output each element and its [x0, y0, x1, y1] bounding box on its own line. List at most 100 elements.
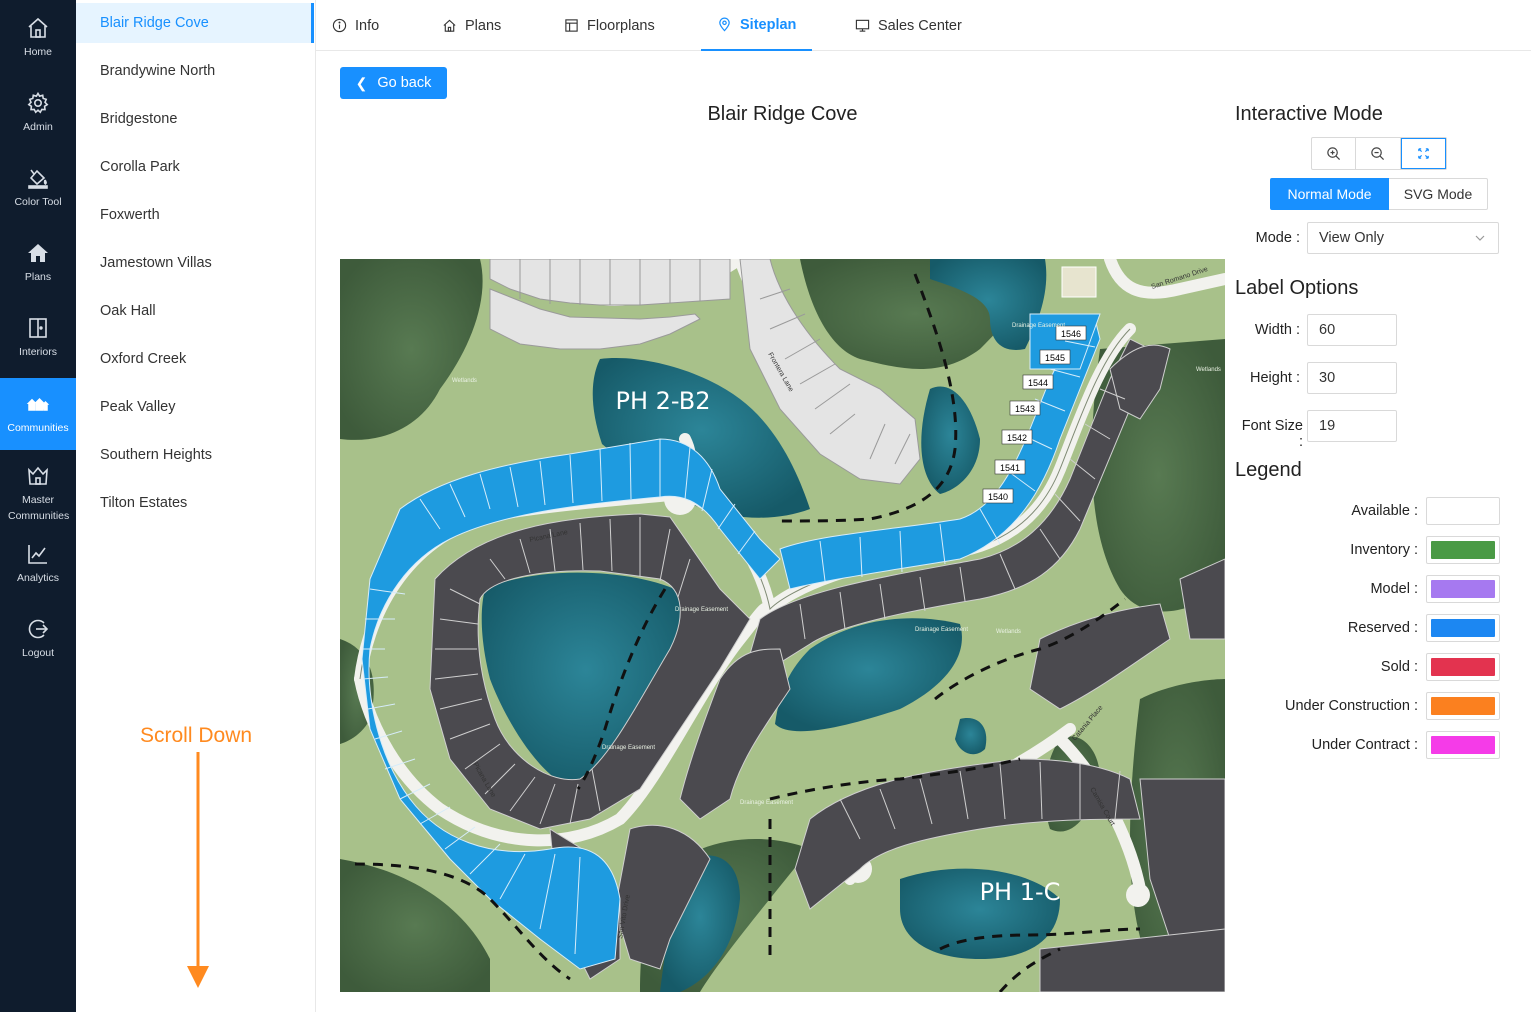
- zoom-in-icon: [1327, 147, 1341, 161]
- nav-label: Master Communities: [8, 494, 70, 522]
- legend-title: Legend: [1235, 459, 1302, 481]
- phase-label: PH 1-C: [980, 878, 1061, 906]
- legend-label: Model :: [1370, 581, 1418, 597]
- nav-item-analytics[interactable]: Analytics: [0, 528, 76, 600]
- nav-label: Admin: [23, 120, 53, 133]
- community-item[interactable]: Bridgestone: [76, 99, 314, 139]
- home-icon: [28, 17, 48, 38]
- legend-swatch: [1426, 497, 1500, 525]
- mode-toggle: Normal Mode SVG Mode: [1270, 178, 1488, 210]
- fit-screen-button[interactable]: [1400, 138, 1446, 169]
- area-label: Drainage Easement: [1012, 323, 1065, 329]
- legend-label: Inventory :: [1350, 542, 1418, 558]
- lot-tag: 1546: [1061, 329, 1081, 339]
- chevron-left-icon: ❮: [355, 74, 368, 91]
- normal-mode-button[interactable]: Normal Mode: [1270, 178, 1389, 210]
- area-label: Drainage Easement: [915, 627, 968, 633]
- tab-siteplan[interactable]: Siteplan: [701, 0, 813, 51]
- legend-color: [1431, 736, 1495, 754]
- amenity-lot: [1061, 266, 1097, 298]
- page-title: Blair Ridge Cove: [707, 103, 858, 125]
- floorplan-icon: [565, 19, 578, 32]
- tab-floorplans[interactable]: Floorplans: [548, 0, 671, 51]
- interactive-mode-title: Interactive Mode: [1235, 103, 1383, 125]
- app-root: Home Admin Color Tool Plans Interiors Co…: [0, 0, 1531, 1012]
- gear-icon: [27, 91, 49, 114]
- legend-swatch: [1426, 692, 1500, 720]
- legend-label: Under Construction :: [1285, 698, 1418, 714]
- nav-item-logout[interactable]: Logout: [0, 603, 76, 675]
- area-label: Wetlands: [996, 629, 1021, 635]
- nav-item-master-communities[interactable]: Master Communities: [0, 455, 76, 533]
- mode-label: Mode :: [1255, 230, 1300, 246]
- mode-select-value: View Only: [1319, 230, 1385, 246]
- tab-info[interactable]: Info: [316, 0, 395, 51]
- area-label: Wetlands: [1196, 367, 1221, 373]
- height-label: Height :: [1250, 370, 1300, 386]
- nav-item-admin[interactable]: Admin: [0, 77, 76, 149]
- tab-sales-center[interactable]: Sales Center: [839, 0, 978, 51]
- legend-color: [1431, 502, 1495, 520]
- tab-label: Plans: [465, 17, 502, 34]
- nav-item-home[interactable]: Home: [0, 2, 76, 74]
- scroll-hint: Scroll Down: [140, 724, 253, 747]
- legend-label: Reserved :: [1347, 620, 1418, 636]
- tab-plans[interactable]: Plans: [426, 0, 517, 51]
- go-back-label: Go back: [377, 75, 432, 91]
- tab-label: Floorplans: [587, 17, 655, 34]
- community-item[interactable]: Southern Heights: [76, 435, 314, 475]
- nav-label: Logout: [21, 646, 55, 659]
- zoom-out-button[interactable]: [1356, 138, 1401, 169]
- siteplan-map[interactable]: 1546 1545 1544 1543 1542 1541 1540 PH 2-…: [340, 259, 1225, 992]
- legend-swatch: [1426, 575, 1500, 603]
- community-item[interactable]: Foxwerth: [76, 195, 314, 235]
- nav-item-color-tool[interactable]: Color Tool: [0, 152, 76, 224]
- legend-swatch: [1426, 536, 1500, 564]
- community-item[interactable]: Blair Ridge Cove: [76, 3, 314, 43]
- siteplan-svg: 1546 1545 1544 1543 1542 1541 1540 PH 2-…: [340, 259, 1225, 992]
- nav-item-plans[interactable]: Plans: [0, 227, 76, 299]
- legend-swatch: [1426, 653, 1500, 681]
- font-size-input[interactable]: [1307, 410, 1397, 442]
- community-item[interactable]: Peak Valley: [76, 387, 314, 427]
- community-item[interactable]: Tilton Estates: [76, 483, 314, 523]
- community-item[interactable]: Brandywine North: [76, 51, 314, 91]
- community-item[interactable]: Oxford Creek: [76, 339, 314, 379]
- chevron-down-icon: [1475, 235, 1485, 241]
- font-size-label: Font Size :: [1241, 418, 1303, 450]
- tab-label: Sales Center: [878, 17, 962, 34]
- width-input[interactable]: [1307, 314, 1397, 346]
- nav-label: Home: [23, 45, 52, 58]
- nav-label: Interiors: [19, 345, 57, 358]
- area-label: Drainage Easement: [740, 800, 793, 806]
- home-icon: [443, 19, 456, 32]
- go-back-button[interactable]: ❮ Go back: [340, 67, 447, 99]
- legend-swatch: [1426, 731, 1500, 759]
- nav-label: Plans: [24, 270, 52, 283]
- svg-mode-button[interactable]: SVG Mode: [1389, 178, 1488, 210]
- legend-swatch: [1426, 614, 1500, 642]
- community-item[interactable]: Oak Hall: [76, 291, 314, 331]
- legend-color: [1431, 541, 1495, 559]
- legend-label: Under Contract :: [1311, 737, 1418, 753]
- location-pin-icon: [719, 17, 730, 32]
- area-label: Drainage Easement: [675, 607, 728, 613]
- height-input[interactable]: [1307, 362, 1397, 394]
- tab-label: Info: [355, 17, 380, 34]
- mode-select[interactable]: View Only: [1307, 222, 1499, 254]
- legend-color: [1431, 619, 1495, 637]
- nav-item-communities[interactable]: Communities: [0, 378, 76, 450]
- lot-tag: 1545: [1045, 353, 1065, 363]
- lot-tag: 1542: [1007, 433, 1027, 443]
- community-item[interactable]: Jamestown Villas: [76, 243, 314, 283]
- label-options-title: Label Options: [1235, 277, 1359, 299]
- community-item[interactable]: Corolla Park: [76, 147, 314, 187]
- nav-item-interiors[interactable]: Interiors: [0, 302, 76, 374]
- legend-color: [1431, 580, 1495, 598]
- info-icon: [332, 18, 347, 33]
- paint-bucket-icon: [28, 169, 48, 189]
- zoom-in-button[interactable]: [1312, 138, 1357, 169]
- house-icon: [28, 243, 48, 262]
- lot-tag: 1541: [1000, 463, 1020, 473]
- nav-label: Communities: [7, 421, 69, 434]
